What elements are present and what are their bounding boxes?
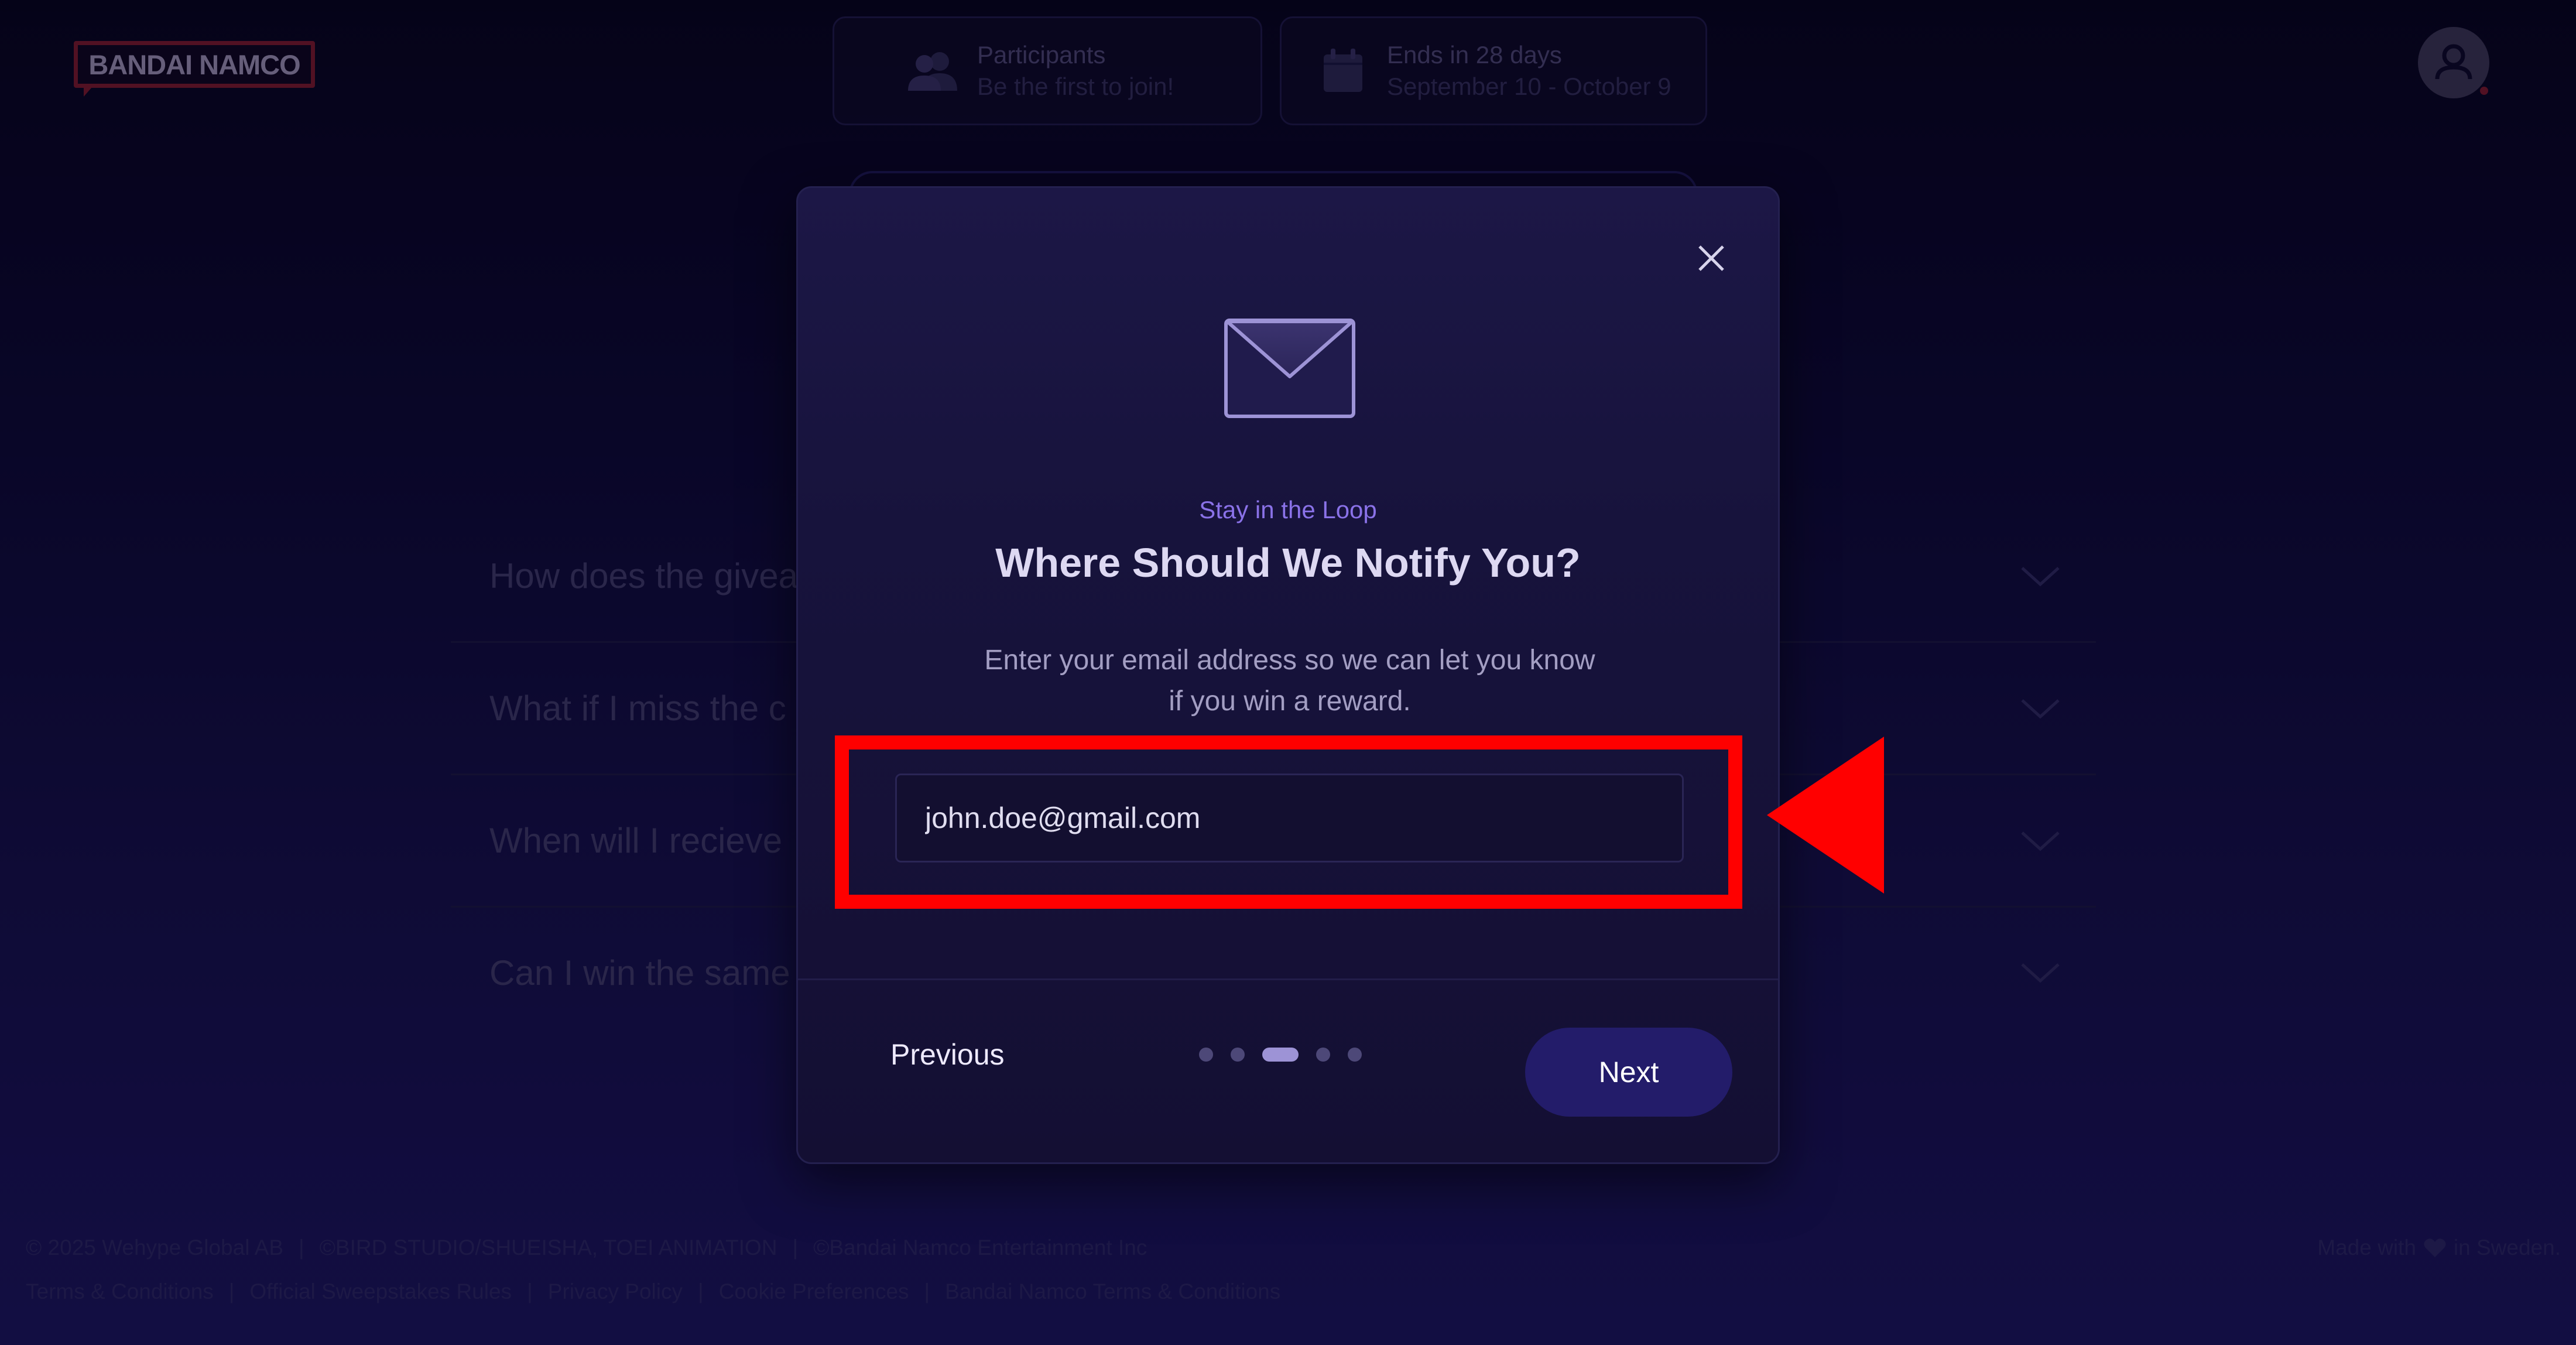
step-dot[interactable] — [1348, 1048, 1362, 1062]
annotation-arrow — [1767, 737, 1884, 894]
close-button[interactable] — [1688, 235, 1735, 282]
modal-divider — [798, 978, 1778, 980]
annotation-highlight-box — [835, 735, 1742, 909]
step-dot[interactable] — [1199, 1048, 1213, 1062]
step-dot[interactable] — [1231, 1048, 1245, 1062]
modal-eyebrow: Stay in the Loop — [1199, 496, 1377, 523]
modal-title: Where Should We Notify You? — [995, 540, 1581, 586]
envelope-icon — [1224, 319, 1355, 418]
step-dot-active[interactable] — [1262, 1048, 1299, 1062]
previous-button[interactable]: Previous — [890, 1025, 1005, 1084]
close-icon — [1698, 245, 1724, 271]
modal-description: Enter your email address so we can let y… — [984, 645, 1595, 717]
step-dot[interactable] — [1316, 1048, 1330, 1062]
notify-modal: Stay in the Loop Where Should We Notify … — [796, 186, 1780, 1164]
step-indicator — [1199, 1048, 1362, 1062]
next-button[interactable]: Next — [1525, 1028, 1732, 1117]
